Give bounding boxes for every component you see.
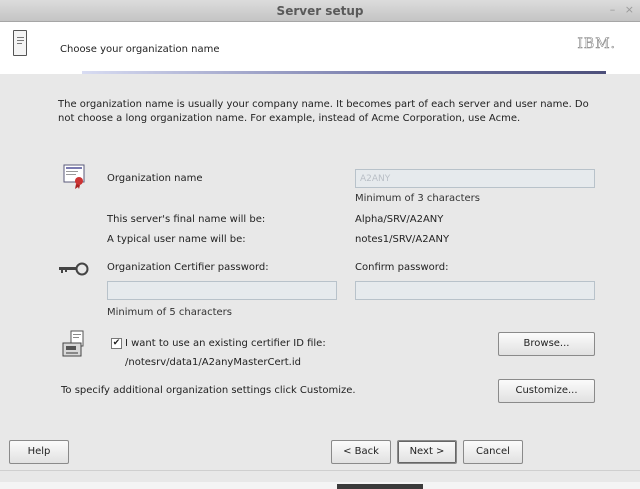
wizard-content: The organization name is usually your co… [0,74,640,434]
certifier-password-input[interactable] [108,282,336,299]
existing-id-path: /notesrv/data1/A2anyMasterCert.id [125,357,301,368]
customize-button[interactable]: Customize... [498,379,595,403]
back-button[interactable]: < Back [331,440,391,464]
confirm-password-field[interactable] [355,281,595,300]
taskbar-indicator [337,484,423,489]
wizard-header: Choose your organization name IBM. [0,22,640,74]
user-name-value: notes1/SRV/A2ANY [355,234,450,245]
certificate-icon [63,164,85,189]
existing-id-label: I want to use an existing certifier ID f… [125,338,326,349]
server-name-value: Alpha/SRV/A2ANY [355,214,444,225]
confirm-password-input[interactable] [356,282,594,299]
ibm-logo: IBM. [577,36,616,53]
certifier-password-hint: Minimum of 5 characters [107,307,232,318]
org-name-field[interactable] [355,169,595,188]
footer-separator [0,470,640,471]
window-title: Server setup [276,4,364,18]
cancel-button[interactable]: Cancel [463,440,523,464]
step-title: Choose your organization name [60,44,220,55]
certifier-password-label: Organization Certifier password: [107,262,269,273]
confirm-password-label: Confirm password: [355,262,449,273]
description-text: The organization name is usually your co… [58,99,589,124]
customize-text: To specify additional organization setti… [61,385,356,396]
help-button[interactable]: Help [9,440,69,464]
next-button[interactable]: Next > [397,440,457,464]
document-icon [13,30,27,56]
key-icon [59,262,89,276]
existing-id-checkbox[interactable]: ✔ [111,338,122,349]
org-name-label: Organization name [107,173,203,184]
browse-button[interactable]: Browse... [498,332,595,356]
id-file-icon [62,330,84,357]
title-bar[interactable]: Server setup – × [0,0,640,22]
server-name-label: This server's final name will be: [107,214,266,225]
org-name-hint: Minimum of 3 characters [355,193,480,204]
window-controls: – × [604,3,634,16]
bottom-strip [0,482,640,489]
user-name-label: A typical user name will be: [107,234,246,245]
certifier-password-field[interactable] [107,281,337,300]
minimize-button[interactable]: – [610,3,616,16]
org-name-input[interactable] [356,170,594,187]
close-button[interactable]: × [625,3,634,16]
